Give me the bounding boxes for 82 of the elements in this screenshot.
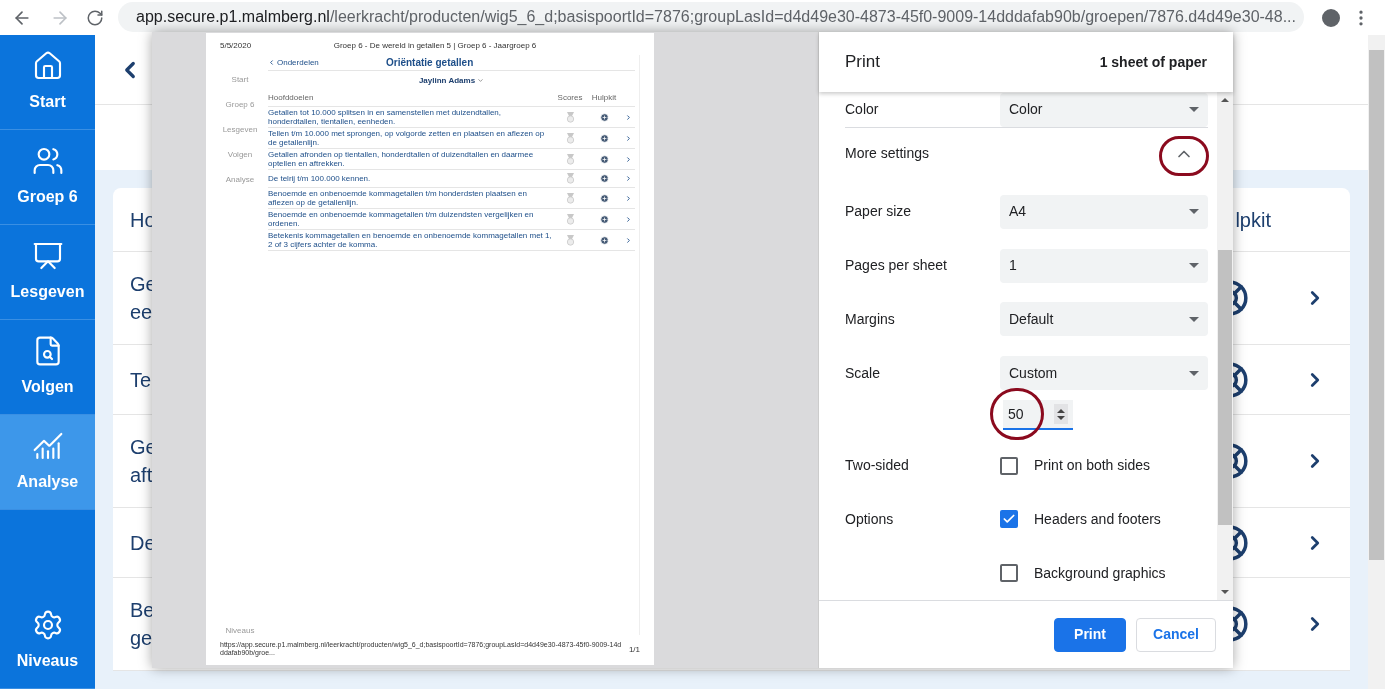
scroll-up-icon[interactable] [1221,98,1229,102]
checkbox[interactable] [1000,510,1018,529]
setting-label: Scale [845,363,882,383]
print-date: 5/5/2020 [220,41,253,50]
address-bar[interactable]: app.secure.p1.malmberg.nl/leerkracht/producten/wig5_6_d;basispoortId=7876;groupLasId=d4d49e30-4873-45f0-9009-14dddafab90b/groepen/7876.d4d49e30-48... [118,1,1304,32]
goal-text: Te [130,367,152,393]
group-icon [31,145,64,177]
sheet-count: 1 sheet of paper [1099,52,1207,72]
column-header: Hulpkit [590,93,618,102]
medal-icon [565,234,575,246]
column-header: lpkit [1235,207,1271,233]
dropdown-caret-icon [1189,370,1199,376]
select-dropdown[interactable]: Color [1000,92,1208,127]
page-scrollbar[interactable] [1368,35,1385,689]
checkbox-label: Background graphics [1034,563,1166,583]
goal-text: Be ge [130,598,155,651]
chevron-right-icon [625,134,632,142]
setting-label: More settings [845,144,931,164]
column-header: Hoofddoelen [268,93,315,102]
page-title: Oriëntatie getallen [385,58,474,67]
student-name: Jaylinn Adams [418,75,476,85]
cancel-button[interactable]: Cancel [1136,617,1216,652]
medal-icon [565,173,575,184]
reload-icon[interactable] [86,8,104,27]
chevron-left-icon [268,59,275,66]
dialog-title: Print [845,51,880,74]
goal-text: Getallen afronden op tientallen, honderdtallen of duizendtallen en daarmee optellen en aftrekken. [268,150,535,168]
goal-text: Tellen t/m 10.000 met sprongen, op volgorde zetten en plaatsen en aflezen op de getallenlijn. [268,129,546,147]
print-header: Groep 6 - De wereld in getallen 5 | Groep 6 - Jaargroep 6 [332,41,538,50]
checkbox[interactable] [1000,456,1018,475]
medal-icon [565,153,575,165]
teach-icon [31,240,64,272]
dropdown-caret-icon [1189,316,1199,322]
chevron-right-icon [625,155,632,163]
dropdown-caret-icon [1189,263,1199,269]
spinner-icon [1054,404,1068,424]
scroll-down-icon[interactable] [1221,590,1229,594]
checkbox-label: Print on both sides [1034,456,1150,476]
select-dropdown[interactable]: Custom [1000,356,1208,391]
plus-icon [599,112,609,122]
select-dropdown[interactable]: A4 [1000,195,1208,229]
chevron-right-icon [625,215,632,223]
medal-icon [565,213,575,225]
setting-label: Margins [845,309,896,329]
setting-label: Options [845,509,895,529]
chart-icon [31,430,64,462]
medal-icon [565,111,575,123]
plus-icon [599,154,609,164]
setting-label: Two-sided [845,456,910,476]
chevron-right-icon [625,194,632,202]
dropdown-caret-icon [1189,107,1199,113]
chevron-right-icon [625,236,632,244]
select-dropdown[interactable]: Default [1000,302,1208,337]
print-button[interactable]: Print [1054,617,1126,652]
column-header: Scores [556,93,584,102]
scale-field[interactable]: 50 [1003,400,1073,430]
plus-icon [599,193,609,203]
select-dropdown[interactable]: 1 [1000,248,1208,283]
dropdown-caret-icon [1189,209,1199,215]
chevron-right-icon [625,113,632,121]
plus-icon [599,133,609,143]
checkbox-label: Headers and footers [1034,509,1161,529]
medal-icon [565,192,575,204]
url-text: app.secure.p1.malmberg.nl/leerkracht/producten/wig5_6_d;basispoortId=7876;groupLasId=d4d49e30-4873-45f0-9009-14dddafab90b/groepen/7876.d4d49e30-48... [136,6,1296,27]
goal-text: Getallen tot 10.000 splitsen in en samenstellen met duizendtallen, honderdtallen, tientallen, eenheden. [268,108,503,126]
checkbox[interactable] [1000,564,1018,583]
settings-scrollbar[interactable] [1217,92,1233,600]
medal-icon [565,132,575,144]
page-number: 1/1 [628,644,640,654]
chevron-right-icon [625,175,632,182]
plus-icon [599,214,609,224]
setting-label: Paper size [845,202,913,222]
caret-icon [477,76,485,84]
plus-icon [599,235,609,245]
back-link[interactable]: Onderdelen [268,58,378,67]
goal-text: Benoemde en onbenoemde kommagetallen t/m honderdsten plaatsen en aflezen op de getallenlijn. [268,189,528,207]
goal-text: De telrij t/m 100.000 kennen. [268,174,372,183]
setting-label: Pages per sheet [845,256,948,276]
setting-label: Color [845,100,880,120]
goal-text: Betekenis kommagetallen en benoemde en onbenoemde kommagetallen met 1, 2 of 3 cijfers achter de komma. [268,231,553,249]
plus-icon [599,174,609,183]
goal-text: Benoemde en onbenoemde kommagetallen t/m duizendsten vergelijken en ordenen. [268,210,535,228]
